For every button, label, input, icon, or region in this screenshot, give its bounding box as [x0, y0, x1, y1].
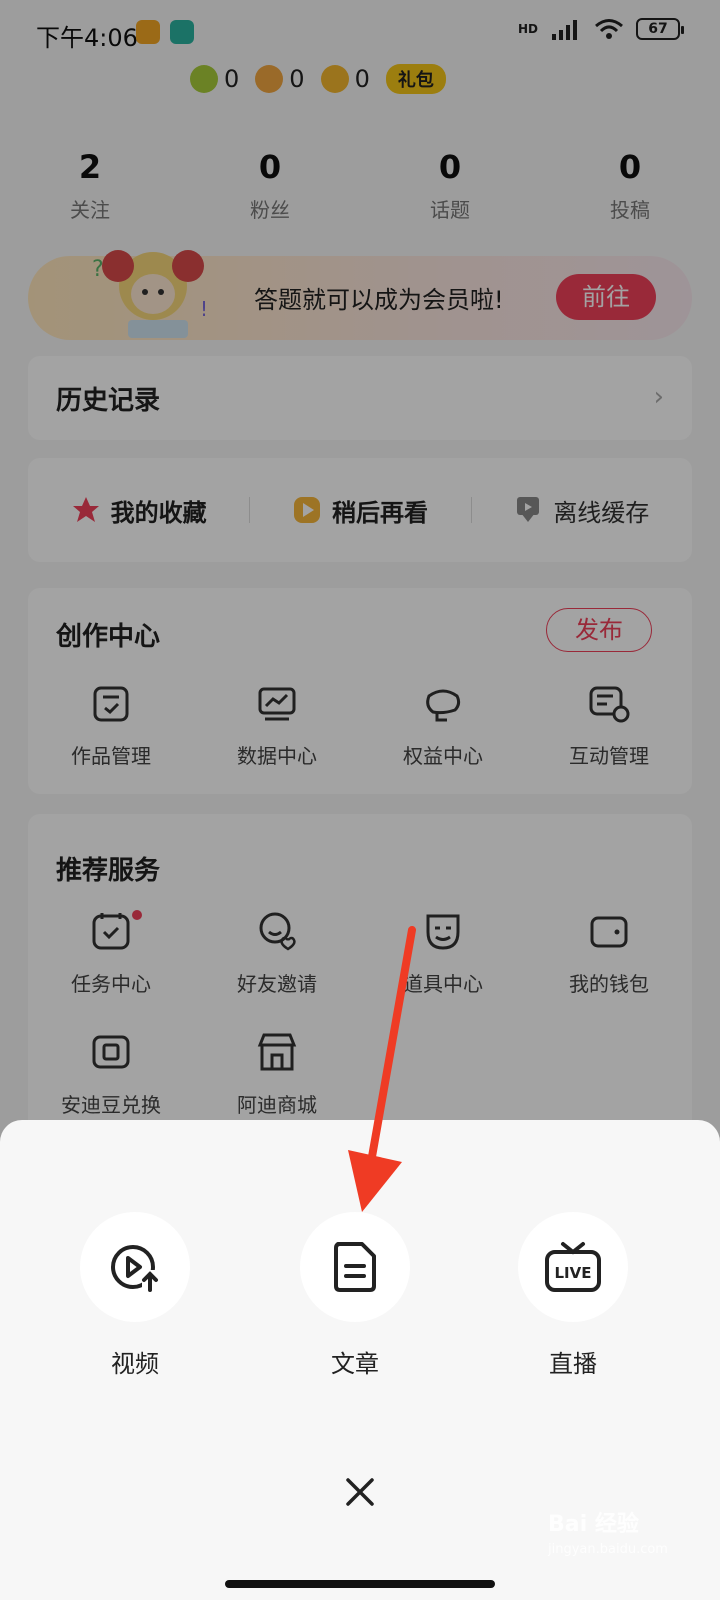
article-button-circle[interactable]	[300, 1212, 410, 1322]
live-label: 直播	[549, 1350, 597, 1378]
publish-live-action[interactable]: LIVE 直播	[518, 1212, 628, 1379]
video-upload-icon	[111, 1245, 158, 1292]
video-button-circle[interactable]	[80, 1212, 190, 1322]
article-label: 文章	[331, 1350, 379, 1378]
home-indicator[interactable]	[225, 1580, 495, 1588]
video-label: 视频	[111, 1350, 159, 1378]
watermark-logo: Bai 经验	[548, 1512, 639, 1537]
live-tv-icon: LIVE	[545, 1242, 601, 1292]
publish-article-action[interactable]: 文章	[300, 1212, 410, 1379]
close-icon[interactable]	[340, 1472, 380, 1512]
publish-video-action[interactable]: 视频	[80, 1212, 190, 1379]
live-button-circle[interactable]: LIVE	[518, 1212, 628, 1322]
svg-text:LIVE: LIVE	[555, 1264, 592, 1282]
document-icon	[334, 1242, 376, 1292]
watermark-url: jingyan.baidu.com	[548, 1542, 668, 1557]
